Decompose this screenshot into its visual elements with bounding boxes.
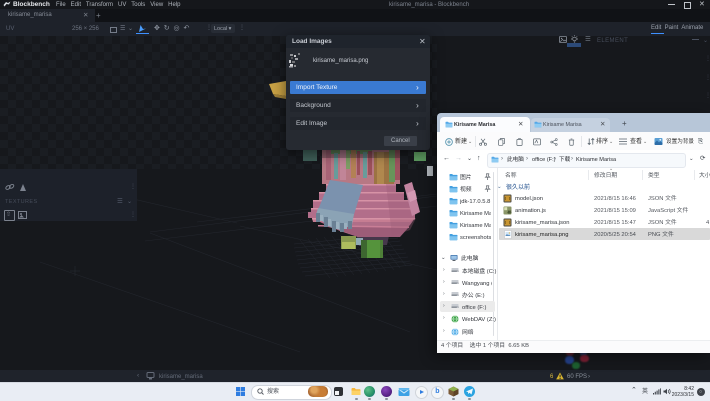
svg-text:JS: JS [507, 209, 512, 214]
